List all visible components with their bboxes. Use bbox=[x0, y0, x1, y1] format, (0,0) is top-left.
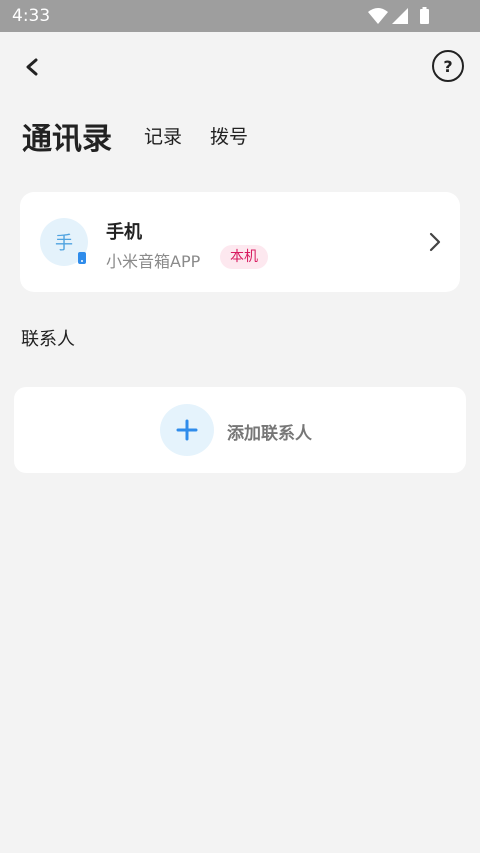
help-button[interactable]: ? bbox=[432, 50, 464, 82]
app-header: ? bbox=[0, 32, 480, 102]
avatar: 手 bbox=[40, 218, 88, 266]
status-time: 4:33 bbox=[12, 6, 51, 26]
back-button[interactable] bbox=[16, 50, 50, 84]
system-icons bbox=[368, 7, 429, 24]
add-contact-label: 添加联系人 bbox=[227, 424, 312, 444]
status-bar: 4:33 bbox=[0, 0, 480, 32]
tab-records[interactable]: 记录 bbox=[144, 122, 182, 149]
tab-contacts[interactable]: 通讯录 bbox=[22, 114, 112, 158]
battery-icon bbox=[420, 7, 429, 24]
tab-dial[interactable]: 拨号 bbox=[210, 122, 248, 149]
wifi-icon bbox=[368, 8, 388, 24]
chevron-right-icon bbox=[429, 232, 441, 252]
add-contact-button[interactable]: 添加联系人 bbox=[14, 387, 466, 473]
signal-icon bbox=[392, 8, 408, 24]
section-title-contacts: 联系人 bbox=[21, 329, 75, 350]
avatar-text: 手 bbox=[55, 233, 73, 254]
plus-icon bbox=[176, 419, 198, 441]
help-icon: ? bbox=[443, 56, 453, 76]
device-card[interactable]: 手 手机 小米音箱APP 本机 bbox=[20, 192, 460, 292]
device-subtitle: 小米音箱APP bbox=[106, 252, 201, 271]
local-device-badge: 本机 bbox=[220, 245, 268, 269]
add-circle bbox=[160, 404, 214, 456]
device-name: 手机 bbox=[106, 222, 142, 243]
phone-badge-icon bbox=[78, 252, 86, 264]
back-arrow-icon bbox=[26, 58, 38, 76]
